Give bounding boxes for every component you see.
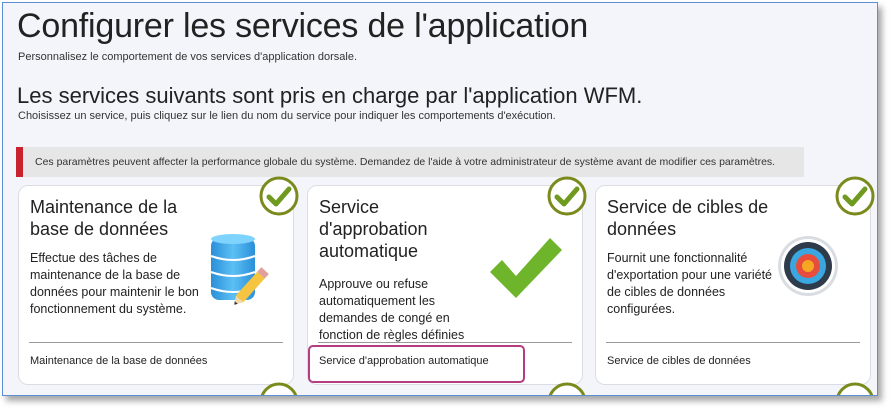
- warning-text: Ces paramètres peuvent affecter la perfo…: [35, 156, 776, 168]
- card-title: Service d'approbation automatique: [319, 197, 428, 261]
- large-checkmark-icon: [490, 238, 562, 298]
- card-divider: [318, 342, 572, 343]
- check-circle-icon: [259, 176, 299, 216]
- check-circle-icon: [548, 382, 586, 395]
- data-targets-link[interactable]: Service de cibles de données: [607, 355, 751, 367]
- section-title: Les services suivants sont pris en charg…: [17, 83, 643, 108]
- check-circle-icon: [836, 382, 874, 395]
- target-icon: [778, 236, 838, 296]
- check-circle-icon: [835, 176, 875, 216]
- card-divider: [29, 342, 283, 343]
- database-pencil-icon: [210, 234, 269, 305]
- card-title: Maintenance de la base de données: [30, 197, 178, 239]
- card-description: Effectue des tâches de maintenance de la…: [30, 251, 199, 316]
- highlight-box: [308, 345, 525, 383]
- card-description: Fournit une fonctionnalité d'exportation…: [607, 251, 772, 316]
- card-divider: [606, 342, 860, 343]
- database-maintenance-link[interactable]: Maintenance de la base de données: [30, 355, 207, 367]
- section-subtitle: Choisissez un service, puis cliquez sur …: [18, 110, 556, 122]
- warning-banner: Ces paramètres peuvent affecter la perfo…: [16, 147, 804, 177]
- service-card-database-maintenance[interactable]: Maintenance de la base de données Effect…: [18, 185, 294, 385]
- service-card-data-targets[interactable]: Service de cibles de données Fournit une…: [595, 185, 871, 385]
- card-description: Approuve ou refuse automatiquement les d…: [319, 277, 465, 342]
- page-subtitle: Personnalisez le comportement de vos ser…: [18, 51, 357, 63]
- app-window: Configurer les services de l'application…: [2, 2, 878, 396]
- page-title: Configurer les services de l'application: [17, 7, 589, 45]
- check-circle-icon: [260, 382, 298, 395]
- card-title: Service de cibles de données: [607, 197, 769, 239]
- check-circle-icon: [547, 176, 587, 216]
